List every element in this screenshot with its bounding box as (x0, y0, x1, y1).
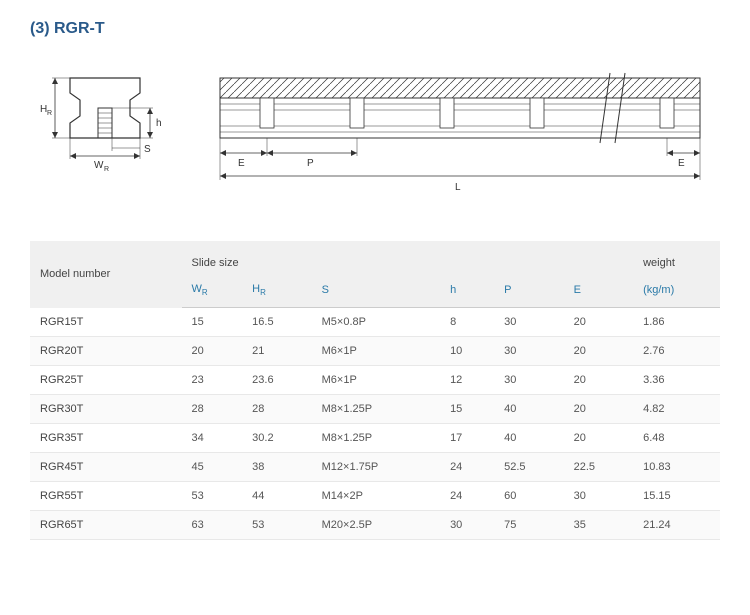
svg-text:R: R (47, 110, 52, 117)
cell-HR: 30.2 (242, 424, 311, 453)
cell-P: 30 (494, 337, 563, 366)
cell-S: M5×0.8P (312, 308, 440, 337)
cell-h: 12 (440, 366, 494, 395)
col-hr: HR (242, 277, 311, 308)
cell-HR: 21 (242, 337, 311, 366)
col-h: h (440, 277, 494, 308)
svg-text:R: R (104, 166, 109, 173)
cell-E: 20 (564, 308, 633, 337)
cell-S: M8×1.25P (312, 395, 440, 424)
cell-weight: 4.82 (633, 395, 720, 424)
cell-h: 24 (440, 453, 494, 482)
cell-h: 30 (440, 511, 494, 540)
cell-model: RGR55T (30, 482, 182, 511)
cell-weight: 3.36 (633, 366, 720, 395)
col-slide-size: Slide size (182, 241, 634, 277)
cell-model: RGR65T (30, 511, 182, 540)
cell-E: 22.5 (564, 453, 633, 482)
cell-P: 30 (494, 308, 563, 337)
cell-h: 15 (440, 395, 494, 424)
cell-weight: 10.83 (633, 453, 720, 482)
cell-model: RGR25T (30, 366, 182, 395)
cell-HR: 16.5 (242, 308, 311, 337)
cell-E: 20 (564, 395, 633, 424)
cell-HR: 38 (242, 453, 311, 482)
cell-HR: 23.6 (242, 366, 311, 395)
cell-P: 30 (494, 366, 563, 395)
svg-text:h: h (156, 118, 162, 129)
cell-WR: 34 (182, 424, 243, 453)
table-row: RGR20T2021M6×1P1030202.76 (30, 337, 720, 366)
diagram-row: H R h W R S (30, 68, 720, 201)
cell-S: M8×1.25P (312, 424, 440, 453)
cell-S: M6×1P (312, 366, 440, 395)
col-weight-unit: (kg/m) (633, 277, 720, 308)
col-wr: WR (182, 277, 243, 308)
svg-text:E: E (238, 158, 245, 169)
svg-text:S: S (144, 144, 151, 155)
cell-HR: 53 (242, 511, 311, 540)
cell-weight: 15.15 (633, 482, 720, 511)
cell-E: 30 (564, 482, 633, 511)
cell-P: 40 (494, 395, 563, 424)
section-title: (3) RGR-T (30, 20, 720, 38)
cell-h: 10 (440, 337, 494, 366)
cell-P: 60 (494, 482, 563, 511)
cell-HR: 28 (242, 395, 311, 424)
cell-P: 52.5 (494, 453, 563, 482)
cell-S: M20×2.5P (312, 511, 440, 540)
cell-weight: 1.86 (633, 308, 720, 337)
cell-model: RGR15T (30, 308, 182, 337)
cell-E: 35 (564, 511, 633, 540)
cell-WR: 45 (182, 453, 243, 482)
table-row: RGR55T5344M14×2P24603015.15 (30, 482, 720, 511)
col-model: Model number (30, 241, 182, 308)
cell-HR: 44 (242, 482, 311, 511)
cell-WR: 23 (182, 366, 243, 395)
cell-model: RGR45T (30, 453, 182, 482)
cell-S: M12×1.75P (312, 453, 440, 482)
cell-E: 20 (564, 366, 633, 395)
cell-E: 20 (564, 424, 633, 453)
svg-text:P: P (307, 158, 314, 169)
spec-table: Model number Slide size weight WR HR S h… (30, 241, 720, 540)
col-s: S (312, 277, 440, 308)
table-row: RGR35T3430.2M8×1.25P1740206.48 (30, 424, 720, 453)
cell-WR: 53 (182, 482, 243, 511)
table-row: RGR30T2828M8×1.25P1540204.82 (30, 395, 720, 424)
cell-WR: 28 (182, 395, 243, 424)
cell-S: M6×1P (312, 337, 440, 366)
cell-WR: 20 (182, 337, 243, 366)
table-row: RGR25T2323.6M6×1P1230203.36 (30, 366, 720, 395)
cell-model: RGR20T (30, 337, 182, 366)
cell-h: 24 (440, 482, 494, 511)
cell-P: 40 (494, 424, 563, 453)
cell-weight: 2.76 (633, 337, 720, 366)
cell-WR: 15 (182, 308, 243, 337)
table-row: RGR65T6353M20×2.5P30753521.24 (30, 511, 720, 540)
cross-section-diagram: H R h W R S (30, 68, 170, 181)
table-row: RGR15T1516.5M5×0.8P830201.86 (30, 308, 720, 337)
col-e: E (564, 277, 633, 308)
svg-text:L: L (455, 182, 461, 193)
cell-weight: 21.24 (633, 511, 720, 540)
cell-model: RGR35T (30, 424, 182, 453)
table-row: RGR45T4538M12×1.75P2452.522.510.83 (30, 453, 720, 482)
col-p: P (494, 277, 563, 308)
svg-text:W: W (94, 160, 104, 171)
cell-model: RGR30T (30, 395, 182, 424)
col-weight: weight (633, 241, 720, 277)
cell-h: 8 (440, 308, 494, 337)
cell-h: 17 (440, 424, 494, 453)
svg-text:E: E (678, 158, 685, 169)
cell-E: 20 (564, 337, 633, 366)
cell-weight: 6.48 (633, 424, 720, 453)
side-view-diagram: E P E L (210, 68, 720, 201)
cell-WR: 63 (182, 511, 243, 540)
cell-P: 75 (494, 511, 563, 540)
cell-S: M14×2P (312, 482, 440, 511)
